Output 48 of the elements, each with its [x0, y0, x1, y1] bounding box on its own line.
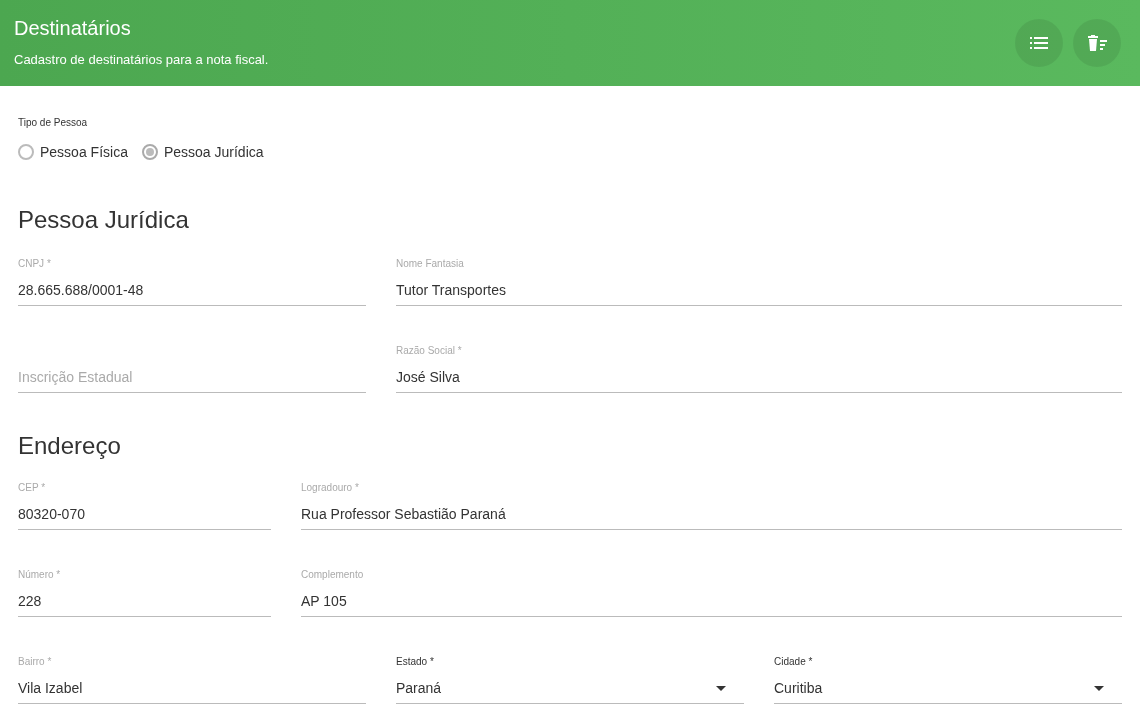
- person-type-label: Tipo de Pessoa: [18, 117, 89, 128]
- section-title: Pessoa Jurídica: [18, 206, 190, 234]
- field-value: Curitiba: [774, 680, 823, 696]
- field-label: Número *: [18, 569, 61, 580]
- field-placeholder: Inscrição Estadual: [18, 369, 133, 385]
- radio-option[interactable]: Pessoa Jurídica: [141, 144, 264, 160]
- field-label: Estado *: [396, 656, 434, 667]
- input-field[interactable]: Razão Social * José Silva: [396, 345, 1122, 393]
- caret-icon: [716, 685, 726, 691]
- field-value: 80320-070: [18, 506, 85, 522]
- field-value: Vila Izabel: [18, 680, 83, 696]
- field-value: AP 105: [301, 593, 347, 609]
- field-label: Cidade *: [774, 656, 813, 667]
- list-icon: [1030, 36, 1048, 50]
- field-label: CEP *: [18, 482, 46, 493]
- field-label: Nome Fantasia: [396, 258, 464, 269]
- section-title: Endereço: [18, 432, 122, 460]
- radio-label: Pessoa Jurídica: [163, 144, 264, 160]
- radio-label: Pessoa Física: [40, 144, 128, 160]
- field-label: Bairro *: [18, 656, 52, 667]
- field-value: Paraná: [396, 680, 442, 696]
- caret-icon: [1094, 685, 1104, 691]
- input-field[interactable]: Estado * Paraná: [396, 656, 744, 704]
- list-button[interactable]: [1015, 19, 1063, 67]
- input-field[interactable]: Cidade * Curitiba: [774, 656, 1122, 704]
- field-value: Tutor Transportes: [396, 282, 506, 298]
- page-title: Destinatários: [14, 17, 132, 40]
- field-label: Complemento: [301, 569, 364, 580]
- input-field[interactable]: Logradouro * Rua Professor Sebastião Paraná: [301, 482, 1122, 530]
- input-field[interactable]: Complemento AP 105: [301, 569, 1122, 617]
- input-field[interactable]: Nome Fantasia Tutor Transportes: [396, 258, 1122, 306]
- input-field[interactable]: Número * 228: [18, 569, 271, 617]
- radio-icon[interactable]: [18, 144, 34, 160]
- clear-button[interactable]: [1073, 19, 1121, 67]
- input-field[interactable]: Bairro * Vila Izabel: [18, 656, 366, 704]
- field-value: 228: [18, 593, 42, 609]
- field-value: Rua Professor Sebastião Paraná: [301, 506, 506, 522]
- page-subtitle: Cadastro de destinatários para a nota fiscal.: [14, 52, 269, 67]
- field-label: Logradouro *: [301, 482, 359, 493]
- trash-icon: [1087, 35, 1107, 51]
- input-field[interactable]: CEP * 80320-070: [18, 482, 271, 530]
- field-value: 28.665.688/0001-48: [18, 282, 144, 298]
- input-field[interactable]: CNPJ * 28.665.688/0001-48: [18, 258, 366, 306]
- field-value: José Silva: [396, 369, 460, 385]
- field-label: Razão Social *: [396, 345, 462, 356]
- radio-icon[interactable]: [141, 144, 158, 160]
- radio-option[interactable]: Pessoa Física: [18, 144, 128, 160]
- field-label: CNPJ *: [18, 258, 51, 269]
